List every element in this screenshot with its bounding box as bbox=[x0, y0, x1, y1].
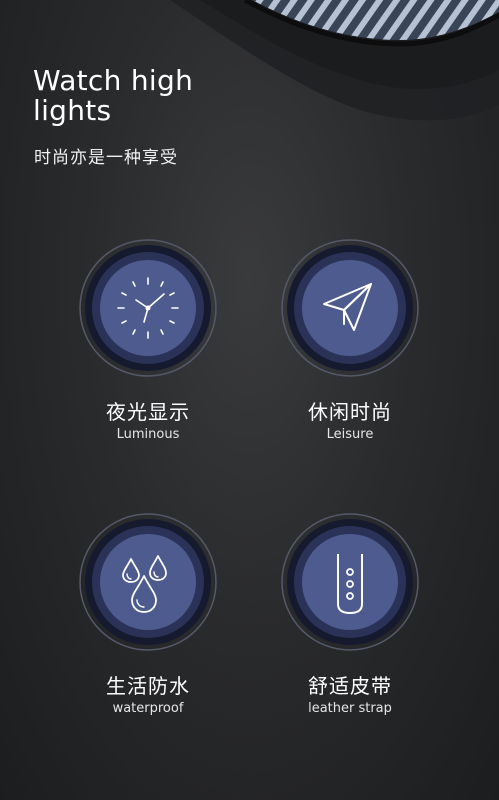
page-subtitle: 时尚亦是一种享受 bbox=[34, 148, 178, 168]
feature-subtitle: waterproof bbox=[112, 701, 184, 716]
feature-badge bbox=[78, 512, 218, 652]
feature-subtitle: leather strap bbox=[308, 701, 392, 716]
feature-badge bbox=[280, 238, 420, 378]
feature-subtitle: Leisure bbox=[326, 427, 374, 442]
feature-waterproof: 生活防水 waterproof bbox=[48, 512, 248, 718]
feature-luminous: 夜光显示 Luminous bbox=[48, 238, 248, 444]
feature-title: 生活防水 bbox=[106, 674, 190, 698]
feature-leisure: 休闲时尚 Leisure bbox=[250, 238, 450, 444]
feature-badge bbox=[78, 238, 218, 378]
feature-title: 夜光显示 bbox=[106, 400, 190, 424]
feature-title: 休闲时尚 bbox=[308, 400, 392, 424]
page-title: Watch high lights bbox=[33, 64, 194, 127]
feature-badge bbox=[280, 512, 420, 652]
feature-title: 舒适皮带 bbox=[308, 674, 392, 698]
feature-subtitle: Luminous bbox=[116, 427, 180, 442]
water-drops-icon bbox=[79, 513, 217, 651]
watch-strap-icon bbox=[281, 513, 419, 651]
clock-icon bbox=[79, 239, 217, 377]
feature-leather-strap: 舒适皮带 leather strap bbox=[250, 512, 450, 718]
paper-plane-icon bbox=[281, 239, 419, 377]
